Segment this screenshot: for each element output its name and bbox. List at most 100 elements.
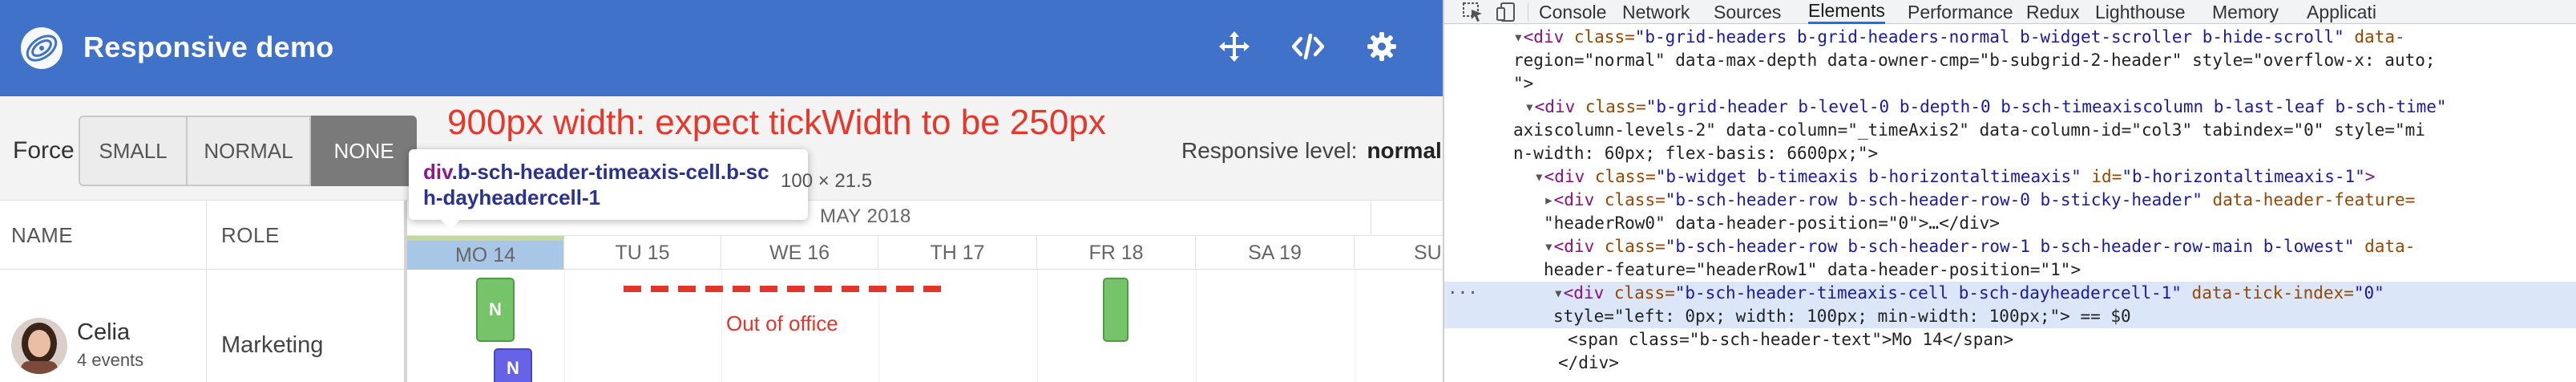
dom-tree-line[interactable]: "headerRow0" data-header-position="0">…<… <box>1444 212 2576 235</box>
tab-elements[interactable]: Elements <box>1808 0 1885 24</box>
day-header-th17[interactable]: TH 17 <box>878 236 1037 270</box>
day-header-sa19[interactable]: SA 19 <box>1196 236 1355 270</box>
responsive-level: Responsive level: normal <box>1181 138 1442 164</box>
dom-line-text: n-width: 60px; flex-basis: 6600px;"> <box>1513 144 1879 163</box>
grid-body: Celia 4 events Marketing N N Out of offi… <box>0 270 1443 382</box>
dom-tree-line[interactable]: ▾<div class="b-widget b-timeaxis b-horiz… <box>1444 165 2576 189</box>
dom-line-text: </div> <box>1558 353 1619 372</box>
day-header-we16[interactable]: WE 16 <box>721 236 878 270</box>
dom-attr-value: "b-grid-header b-level-0 b-depth-0 b-sch… <box>1645 97 2447 116</box>
column-header-role[interactable]: ROLE <box>207 201 407 270</box>
dom-attr-name: class= <box>1604 283 1675 303</box>
tooltip-size: 100 × 21.5 <box>781 170 873 192</box>
dom-line-text: "headerRow0" data-header-position="0">…<… <box>1544 213 2000 233</box>
column-header-name[interactable]: NAME <box>0 201 207 270</box>
avatar <box>11 318 67 374</box>
dom-line-text: region="normal" data-max-depth data-owne… <box>1513 51 2436 70</box>
scheduler-grid: NAME ROLE MAY 2018 MO 14 TU 15 WE 16 TH … <box>0 201 1443 382</box>
event-bar[interactable] <box>1103 278 1129 342</box>
dom-tree-line[interactable]: "> <box>1444 72 2576 96</box>
responsive-level-label: Responsive level: <box>1181 138 1358 163</box>
event-bar[interactable]: N <box>476 278 515 342</box>
tooltip-selector: div.b-sch-header-timeaxis-cell.b-sch-day… <box>423 159 776 210</box>
dom-tag: <div <box>1523 27 1565 47</box>
tab-memory[interactable]: Memory <box>2212 0 2279 24</box>
app-panel: Responsive demo Force SMALL NORMAL NONE … <box>0 0 1443 382</box>
dom-tag: <div <box>1563 283 1605 303</box>
day-header-tu15[interactable]: TU 15 <box>564 236 721 270</box>
dom-attr-name: data- <box>2344 27 2405 47</box>
dom-tree-line[interactable]: axiscolumn-levels-2" data-column="_timeA… <box>1444 119 2576 142</box>
dom-tree-line[interactable]: ▾<div class="b-sch-header-row b-sch-head… <box>1444 235 2576 258</box>
expand-triangle-icon[interactable]: ▾ <box>1544 237 1554 256</box>
day-header-fr18[interactable]: FR 18 <box>1037 236 1196 270</box>
day-header-mo14[interactable]: MO 14 <box>407 236 564 270</box>
dom-tag: <div <box>1544 167 1585 186</box>
dom-attr-name: class= <box>1564 27 1635 47</box>
dom-attr-value: "0" <box>2353 283 2384 303</box>
dom-tag: <div <box>1534 97 1576 116</box>
day-gridline <box>1037 270 1038 382</box>
tab-sources[interactable]: Sources <box>1714 0 1781 24</box>
tooltip-tag: div <box>423 160 452 184</box>
tab-console[interactable]: Console <box>1539 0 1606 24</box>
expand-triangle-icon[interactable]: ▾ <box>1553 283 1564 303</box>
more-options-icon[interactable]: ··· <box>1447 282 1478 305</box>
force-normal-button[interactable]: NORMAL <box>186 116 311 186</box>
day-gridline <box>564 270 565 382</box>
dom-tree-line[interactable]: <span class="b-sch-header-text">Mo 14</s… <box>1444 328 2576 352</box>
tab-lighthouse[interactable]: Lighthouse <box>2095 0 2186 24</box>
dom-tree-line[interactable]: ▾<div class="b-grid-header b-level-0 b-d… <box>1444 96 2576 119</box>
dom-tree-line[interactable]: ▾<div class="b-grid-headers b-grid-heade… <box>1444 26 2576 49</box>
dom-tree-line[interactable]: ▸<div class="b-sch-header-row b-sch-head… <box>1444 189 2576 212</box>
event-bar[interactable]: N <box>494 348 532 382</box>
responsive-level-value: normal <box>1367 138 1442 163</box>
dom-tree-line[interactable]: region="normal" data-max-depth data-owne… <box>1444 49 2576 72</box>
column-divider <box>206 270 207 382</box>
device-toggle-icon[interactable] <box>1491 0 1523 24</box>
dom-attr-name: data- <box>2354 237 2416 256</box>
dom-tree-line[interactable]: </div> <box>1444 352 2576 375</box>
dom-line-text: <span class="b-sch-header-text">Mo 14</s… <box>1568 330 2014 349</box>
tab-application[interactable]: Applicati <box>2307 0 2376 24</box>
expand-triangle-icon[interactable]: ▾ <box>1513 27 1524 47</box>
force-none-button[interactable]: NONE <box>311 116 417 186</box>
resource-name: Celia <box>77 319 131 345</box>
dom-tree-line[interactable]: ··· ▾<div class="b-sch-header-timeaxis-ce… <box>1444 282 2576 305</box>
dom-attr-value: "b-horizontaltimeaxis-1" <box>2122 167 2365 186</box>
splitter[interactable] <box>404 270 407 382</box>
gear-icon[interactable] <box>1364 29 1399 64</box>
dom-line-text: "> <box>1513 74 1534 93</box>
day-header-su[interactable]: SU <box>1355 236 1443 270</box>
dom-tree-line[interactable]: style="left: 0px; width: 100px; min-widt… <box>1444 305 2576 328</box>
tab-network[interactable]: Network <box>1622 0 1690 24</box>
tab-redux[interactable]: Redux <box>2026 0 2079 24</box>
force-small-button[interactable]: SMALL <box>79 116 188 186</box>
dom-attr-name: id= <box>2081 167 2122 186</box>
move-icon[interactable] <box>1217 29 1252 64</box>
collapse-triangle-icon[interactable]: ▸ <box>1544 190 1554 209</box>
dom-line-text: axiscolumn-levels-2" data-column="_timeA… <box>1513 120 2425 140</box>
dom-tag: <div <box>1553 237 1595 256</box>
dom-attr-value: "b-sch-header-timeaxis-cell b-sch-dayhea… <box>1674 283 2182 303</box>
app-title: Responsive demo <box>83 30 334 63</box>
inspect-element-icon[interactable] <box>1457 0 1489 24</box>
day-gridline <box>1196 270 1197 382</box>
tooltip-class: .b-sch-header-timeaxis-cell.b-sch-dayhea… <box>423 160 769 209</box>
week-label: MAY 2018 <box>820 205 911 227</box>
tab-performance[interactable]: Performance <box>1908 0 2013 24</box>
dom-line-text: style="left: 0px; width: 100px; min-widt… <box>1553 307 2131 326</box>
dom-tree-line[interactable]: header-feature="headerRow1" data-header-… <box>1444 258 2576 282</box>
dom-attr-name: class= <box>1575 97 1646 116</box>
logo-icon <box>21 27 63 69</box>
code-icon[interactable] <box>1290 29 1326 64</box>
expand-triangle-icon[interactable]: ▾ <box>1524 97 1535 116</box>
dom-tree-line[interactable]: n-width: 60px; flex-basis: 6600px;"> <box>1444 142 2576 165</box>
dom-attr-name: class= <box>1594 237 1666 256</box>
dom-tag-close: > <box>2364 167 2376 186</box>
elements-tree: ▾<div class="b-grid-headers b-grid-heade… <box>1444 24 2576 382</box>
inspect-tooltip: div.b-sch-header-timeaxis-cell.b-sch-day… <box>409 149 872 230</box>
expand-triangle-icon[interactable]: ▾ <box>1534 167 1544 186</box>
app-header: Responsive demo <box>0 0 1443 96</box>
width-note: 900px width: expect tickWidth to be 250p… <box>447 103 1106 142</box>
